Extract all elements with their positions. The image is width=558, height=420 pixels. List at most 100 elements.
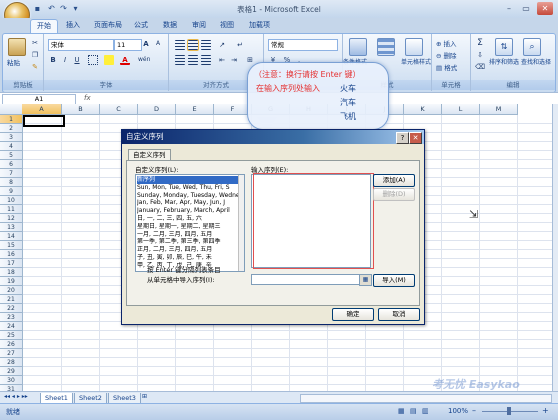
column-header[interactable]: K (404, 104, 442, 115)
undo-icon[interactable]: ↶ (46, 3, 57, 14)
horizontal-scrollbar[interactable] (300, 394, 552, 403)
save-icon[interactable]: ▪ (32, 3, 43, 14)
format-as-table-icon[interactable] (377, 38, 395, 56)
redo-icon[interactable]: ↷ (58, 3, 69, 14)
find-select-label[interactable]: 查找和选择 (521, 57, 551, 66)
font-size-select[interactable]: 11 (114, 39, 142, 51)
column-header[interactable]: E (176, 104, 214, 115)
restore-button[interactable]: ▭ (518, 2, 534, 15)
ok-button[interactable]: 确定 (332, 308, 374, 321)
row-header[interactable]: 17 (0, 259, 23, 268)
row-header[interactable]: 25 (0, 331, 23, 340)
sort-filter-icon[interactable]: ⇅ (495, 38, 513, 56)
custom-list-item[interactable]: 日, 一, 二, 三, 四, 五, 六 (137, 215, 239, 223)
tab-home[interactable]: 开始 (30, 19, 58, 33)
row-header[interactable]: 11 (0, 205, 23, 214)
custom-lists-listbox[interactable]: 新序列 Sun, Mon, Tue, Wed, Thu, Fri, S Sunday… (135, 174, 245, 272)
custom-list-item[interactable]: 星期日, 星期一, 星期二, 星期三 (137, 223, 239, 231)
copy-icon[interactable]: ❐ (30, 50, 40, 60)
zoom-in-button[interactable]: + (542, 406, 549, 415)
zoom-out-button[interactable]: – (472, 406, 476, 415)
row-header[interactable]: 19 (0, 277, 23, 286)
phonetic-icon[interactable]: wén (138, 55, 150, 65)
autosum-icon[interactable]: Σ (475, 38, 485, 48)
custom-list-item[interactable]: 正月, 二月, 三月, 四月, 五月 (137, 246, 239, 254)
find-select-icon[interactable]: ⌕ (523, 38, 541, 56)
zoom-level[interactable]: 100% (448, 407, 468, 415)
row-header[interactable]: 3 (0, 133, 23, 142)
vertical-scrollbar[interactable] (552, 104, 558, 391)
tab-formulas[interactable]: 公式 (128, 19, 154, 32)
align-top-icon[interactable] (175, 40, 185, 50)
cell-styles-label[interactable]: 单元格样式 (401, 57, 431, 66)
column-header[interactable]: A (22, 104, 62, 115)
range-picker-icon[interactable]: ▦ (359, 274, 372, 286)
row-header[interactable]: 5 (0, 151, 23, 160)
sort-filter-label[interactable]: 排序和筛选 (489, 57, 519, 66)
row-header[interactable]: 16 (0, 250, 23, 259)
align-right-icon[interactable] (201, 55, 211, 65)
add-button[interactable]: 添加(A) (373, 174, 415, 187)
format-cells-button[interactable]: ▤ 格式 (436, 62, 457, 72)
border-icon[interactable] (88, 55, 98, 65)
row-header[interactable]: 12 (0, 214, 23, 223)
dialog-close-button[interactable]: ✕ (409, 132, 422, 144)
row-header[interactable]: 7 (0, 169, 23, 178)
row-header[interactable]: 4 (0, 142, 23, 151)
column-header[interactable]: L (442, 104, 480, 115)
tab-data[interactable]: 数据 (157, 19, 183, 32)
custom-list-item[interactable]: 新序列 (137, 176, 239, 184)
row-header[interactable]: 29 (0, 367, 23, 376)
decrease-indent-icon[interactable]: ⇤ (217, 55, 227, 65)
column-header[interactable]: D (138, 104, 176, 115)
row-header[interactable]: 13 (0, 223, 23, 232)
normal-view-icon[interactable]: ▦ (398, 407, 405, 415)
align-bottom-icon[interactable] (201, 40, 211, 50)
row-header[interactable]: 2 (0, 124, 23, 133)
wrap-text-icon[interactable]: ↵ (235, 40, 245, 50)
insert-cells-button[interactable]: ⊕ 插入 (436, 38, 457, 48)
tab-view[interactable]: 视图 (214, 19, 240, 32)
row-header[interactable]: 27 (0, 349, 23, 358)
row-header[interactable]: 14 (0, 232, 23, 241)
increase-indent-icon[interactable]: ⇥ (229, 55, 239, 65)
bold-button[interactable]: B (48, 55, 58, 65)
row-header[interactable]: 6 (0, 160, 23, 169)
fx-icon[interactable]: fx (84, 94, 91, 102)
format-painter-icon[interactable]: ✎ (30, 62, 40, 72)
custom-list-item[interactable]: 子, 丑, 寅, 卯, 辰, 巳, 午, 未 (137, 254, 239, 262)
row-header[interactable]: 10 (0, 196, 23, 205)
italic-button[interactable]: I (60, 55, 70, 65)
delete-button[interactable]: 删除(D) (373, 188, 415, 201)
minimize-button[interactable]: – (501, 2, 517, 15)
align-middle-icon[interactable] (187, 39, 199, 51)
import-button[interactable]: 导入(M) (373, 274, 415, 287)
listbox-scrollbar[interactable] (238, 175, 244, 271)
row-header[interactable]: 8 (0, 178, 23, 187)
zoom-slider-thumb[interactable] (507, 407, 511, 415)
custom-list-item[interactable]: January, February, March, April (137, 207, 239, 215)
dialog-help-button[interactable]: ? (396, 132, 409, 144)
custom-list-item[interactable]: 一月, 二月, 三月, 四月, 五月 (137, 231, 239, 239)
row-header[interactable]: 21 (0, 295, 23, 304)
cancel-button[interactable]: 取消 (378, 308, 420, 321)
row-header[interactable]: 30 (0, 376, 23, 385)
font-name-select[interactable]: 宋体 (48, 39, 114, 51)
active-cell-a1[interactable] (23, 115, 65, 127)
grow-font-icon[interactable]: A (141, 39, 151, 49)
shrink-font-icon[interactable]: A (153, 39, 163, 49)
fill-color-icon[interactable] (104, 55, 114, 65)
align-center-icon[interactable] (188, 55, 198, 65)
tab-page-layout[interactable]: 页面布局 (88, 19, 128, 32)
row-header[interactable]: 24 (0, 322, 23, 331)
orientation-icon[interactable]: ↗ (217, 40, 227, 50)
row-header[interactable]: 28 (0, 358, 23, 367)
customize-qat-icon[interactable]: ▾ (70, 3, 81, 14)
cell-styles-icon[interactable] (405, 38, 423, 56)
delete-cells-button[interactable]: ⊖ 删除 (436, 50, 457, 60)
column-header[interactable]: C (100, 104, 138, 115)
custom-list-item[interactable]: 第一季, 第二季, 第三季, 第四季 (137, 238, 239, 246)
import-range-input[interactable] (251, 274, 361, 285)
cut-icon[interactable]: ✂ (30, 38, 40, 48)
page-layout-view-icon[interactable]: ▤ (410, 407, 417, 415)
